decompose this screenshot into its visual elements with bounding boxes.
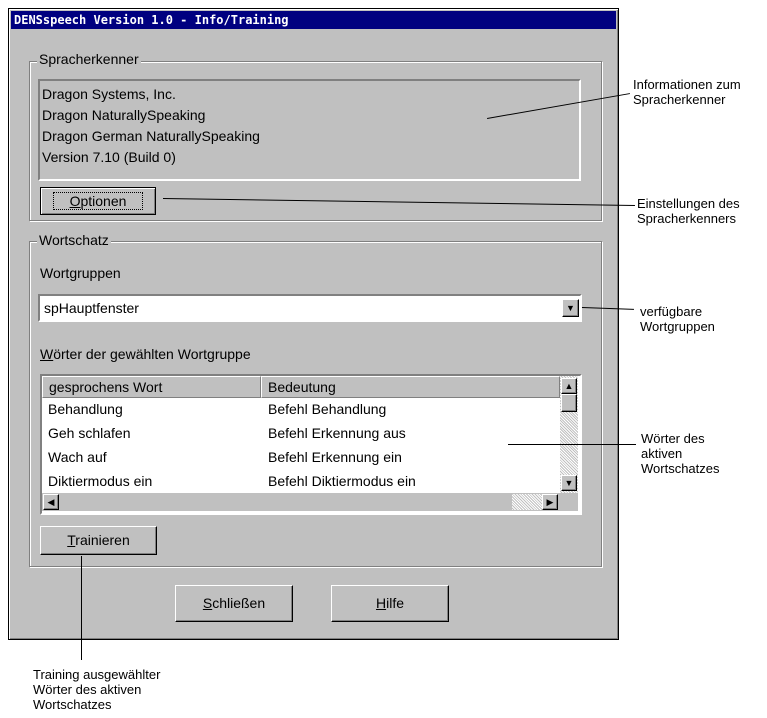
close-button[interactable]: Schließen [175, 585, 293, 622]
callout-line [81, 556, 82, 660]
table-row[interactable]: Behandlung Befehl Behandlung [42, 399, 560, 419]
annotation-recognizer-info: Informationen zum Spracherkenner [633, 77, 741, 107]
words-label: Wörter der gewählten Wortgruppe [40, 346, 251, 362]
annotation-wordgroups: verfügbare Wortgruppen [640, 304, 715, 334]
wordgroup-select-value: spHauptfenster [44, 300, 139, 316]
recognizer-info-line: Dragon German NaturallySpeaking [42, 128, 260, 144]
vertical-scroll-thumb[interactable] [561, 394, 577, 412]
recognizer-info-box: Dragon Systems, Inc. Dragon NaturallySpe… [38, 79, 581, 181]
wordgroups-label: Wortgruppen [40, 265, 121, 281]
recognizer-info-line: Version 7.10 (Build 0) [42, 149, 176, 165]
recognizer-info-line: Dragon Systems, Inc. [42, 86, 176, 102]
triangle-up-icon[interactable]: ▲ [561, 378, 577, 394]
chevron-down-icon[interactable]: ▼ [562, 299, 579, 317]
table-cell: Behandlung [48, 401, 123, 417]
wordgroup-select[interactable]: spHauptfenster ▼ [38, 294, 582, 322]
table-row[interactable]: Wach auf Befehl Erkennung ein [42, 447, 560, 467]
table-cell: Wach auf [48, 449, 107, 465]
annotation-training: Training ausgewählter Wörter des aktiven… [33, 667, 161, 712]
recognizer-group-label: Spracherkenner [37, 51, 141, 67]
column-header-spoken-word[interactable]: gesprochens Wort [42, 376, 261, 398]
column-header-meaning[interactable]: Bedeutung [261, 376, 560, 398]
annotation-words: Wörter des aktiven Wortschatzes [641, 431, 720, 476]
annotation-recognizer-settings: Einstellungen des Spracherkenners [637, 196, 740, 226]
triangle-down-icon[interactable]: ▼ [561, 475, 577, 491]
table-cell: Diktiermodus ein [48, 473, 153, 489]
words-table[interactable]: gesprochens Wort Bedeutung Behandlung Be… [40, 374, 582, 515]
vocabulary-group-label: Wortschatz [37, 232, 111, 248]
horizontal-scrollbar[interactable] [42, 493, 578, 511]
table-cell: Befehl Erkennung aus [268, 425, 406, 441]
table-cell: Geh schlafen [48, 425, 131, 441]
table-cell: Befehl Behandlung [268, 401, 387, 417]
info-training-dialog: DENSspeech Version 1.0 - Info/Training S… [8, 8, 619, 640]
train-button[interactable]: Trainieren [40, 526, 157, 555]
options-button[interactable]: Optionen [40, 187, 156, 215]
horizontal-scroll-track[interactable] [512, 494, 542, 510]
window-title: DENSspeech Version 1.0 - Info/Training [11, 11, 616, 29]
table-cell: Befehl Diktiermodus ein [268, 473, 416, 489]
triangle-left-icon[interactable]: ◀ [43, 494, 59, 510]
table-cell: Befehl Erkennung ein [268, 449, 402, 465]
triangle-right-icon[interactable]: ▶ [542, 494, 558, 510]
help-button[interactable]: Hilfe [331, 585, 449, 622]
callout-line [508, 444, 636, 445]
table-row[interactable]: Diktiermodus ein Befehl Diktiermodus ein [42, 471, 560, 491]
table-row[interactable]: Geh schlafen Befehl Erkennung aus [42, 423, 560, 443]
